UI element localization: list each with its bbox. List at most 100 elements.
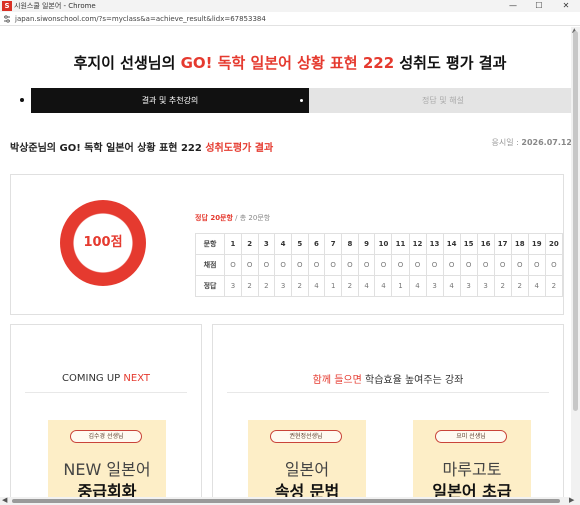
answer-cell: 4 (374, 275, 393, 297)
app-icon: S (2, 1, 12, 11)
tab-answers-explanations[interactable]: 정답 및 해설 (309, 88, 577, 113)
grade-cell: O (341, 254, 359, 276)
exam-date-label: 응시일 : (491, 138, 522, 147)
window-titlebar: S 시원스쿨 일본어 - Chrome — ☐ ✕ (0, 0, 580, 12)
answer-cell: 3 (459, 275, 478, 297)
answer-cell: 4 (442, 275, 461, 297)
question-cell: 14 (442, 233, 461, 255)
grade-row-label: 채점 (194, 254, 226, 276)
coming-up-title-prefix: COMING UP (62, 373, 124, 384)
divider (25, 392, 187, 393)
answer-cell: 4 (408, 275, 427, 297)
tab-bullet (300, 99, 303, 102)
tab-bullet (20, 98, 24, 102)
course-title-line1: 일본어 (284, 460, 330, 479)
answer-cell: 2 (493, 275, 512, 297)
address-bar[interactable]: japan.siwonschool.com/?s=myclass&a=achie… (0, 12, 580, 26)
grade-cell: O (476, 254, 495, 276)
page-title-accent: GO! 독학 일본어 상황 표현 222 (180, 54, 395, 72)
answer-grid: 문항 1 2 3 4 5 6 7 8 9 10 11 12 13 14 15 16 17 18 19 20 채점 OO… (194, 233, 564, 297)
score-summary: 정답 20문항 / 총 20문항 (195, 213, 270, 223)
question-cell: 18 (510, 233, 529, 255)
vertical-scrollbar[interactable]: ▲ (571, 27, 580, 497)
question-cell: 16 (476, 233, 495, 255)
grade-cell: O (224, 254, 242, 276)
answer-cell: 2 (341, 275, 359, 297)
scroll-right-icon[interactable]: ▶ (569, 496, 574, 504)
grade-cell: O (357, 254, 376, 276)
score-donut-chart: 100점 (60, 200, 146, 286)
answer-cell: 2 (290, 275, 309, 297)
teacher-tag: 권현정선생님 (270, 430, 342, 443)
question-cell: 11 (391, 233, 410, 255)
course-title-line1: 마루고토 (442, 460, 502, 479)
question-cell: 2 (240, 233, 259, 255)
question-cell: 19 (527, 233, 546, 255)
question-cell: 17 (493, 233, 512, 255)
question-cell: 6 (307, 233, 326, 255)
result-subtitle: 박상준님의 GO! 독학 일본어 상황 표현 222 성취도평가 결과 (10, 139, 273, 154)
horizontal-scrollbar[interactable]: ◀ ▶ (0, 496, 580, 505)
maximize-button[interactable]: ☐ (526, 0, 552, 12)
answer-cell: 4 (527, 275, 546, 297)
answer-row: 정답 32232412441434332242 (194, 275, 564, 297)
course-card-next[interactable]: 김수경 선생님 NEW 일본어 중급회화 (48, 420, 166, 503)
recommended-title: 함께 들으면 학습효율 높여주는 강좌 (213, 371, 563, 386)
coming-up-panel: COMING UP NEXT 김수경 선생님 NEW 일본어 중급회화 (10, 324, 202, 504)
question-cell: 10 (374, 233, 393, 255)
grade-cell: O (493, 254, 512, 276)
result-box: 100점 정답 20문항 / 총 20문항 문항 1 2 3 4 5 6 7 8 9 10 11 12… (10, 174, 564, 315)
question-cell: 8 (341, 233, 359, 255)
page-title-suffix: 성취도 평가 결과 (394, 54, 507, 72)
answer-cell: 3 (476, 275, 495, 297)
question-cell: 1 (224, 233, 242, 255)
question-row-label: 문항 (194, 233, 226, 255)
divider (227, 392, 549, 393)
vertical-scrollbar-thumb[interactable] (573, 31, 578, 411)
question-cell: 7 (324, 233, 343, 255)
course-title-line1: NEW 일본어 (63, 460, 151, 479)
grade-cell: O (544, 254, 564, 276)
course-card-recommend-2[interactable]: 요미 선생님 마루고토 일본어 초급 (413, 420, 531, 503)
answer-cell: 3 (224, 275, 242, 297)
recommended-courses-panel: 함께 들으면 학습효율 높여주는 강좌 권현정선생님 일본어 속성 문법 요미 … (212, 324, 564, 504)
window-title: 시원스쿨 일본어 - Chrome (14, 2, 96, 10)
tab-results-recommend[interactable]: 결과 및 추천강의 (31, 88, 309, 113)
answer-cell: 3 (425, 275, 444, 297)
minimize-button[interactable]: — (500, 0, 526, 12)
recommended-title-suffix: 학습효율 높여주는 강좌 (361, 375, 464, 386)
scroll-left-icon[interactable]: ◀ (2, 496, 7, 504)
exam-date: 응시일 : 2026.07.12 (492, 137, 572, 148)
url-text[interactable]: japan.siwonschool.com/?s=myclass&a=achie… (15, 12, 266, 26)
grade-cell: O (391, 254, 410, 276)
teacher-tag: 김수경 선생님 (70, 430, 142, 443)
answer-cell: 3 (274, 275, 292, 297)
course-card-recommend-1[interactable]: 권현정선생님 일본어 속성 문법 (248, 420, 366, 503)
grade-cell: O (374, 254, 393, 276)
question-cell: 12 (408, 233, 427, 255)
score-value: 100점 (83, 235, 123, 250)
horizontal-scrollbar-thumb[interactable] (12, 499, 560, 503)
answer-cell: 2 (257, 275, 276, 297)
grade-cell: O (324, 254, 343, 276)
answer-row-label: 정답 (194, 275, 226, 297)
grade-cell: O (290, 254, 309, 276)
result-tabs: 결과 및 추천강의 정답 및 해설 (0, 88, 577, 113)
grade-cell: O (274, 254, 292, 276)
question-cell: 3 (257, 233, 276, 255)
grade-cell: O (442, 254, 461, 276)
grade-cell: O (408, 254, 427, 276)
question-row: 문항 1 2 3 4 5 6 7 8 9 10 11 12 13 14 15 16 17 18 19 20 (194, 233, 564, 255)
close-button[interactable]: ✕ (553, 0, 579, 12)
teacher-tag: 요미 선생님 (435, 430, 507, 443)
recommended-title-accent: 함께 들으면 (312, 375, 362, 386)
exam-date-value: 2026.07.12 (521, 138, 572, 147)
total-count: / 총 20문항 (232, 214, 271, 222)
question-cell: 5 (290, 233, 309, 255)
answer-cell: 2 (544, 275, 564, 297)
grade-cell: O (240, 254, 259, 276)
site-info-icon[interactable] (3, 15, 11, 23)
answer-cell: 1 (324, 275, 343, 297)
question-cell: 15 (459, 233, 478, 255)
grade-cell: O (527, 254, 546, 276)
